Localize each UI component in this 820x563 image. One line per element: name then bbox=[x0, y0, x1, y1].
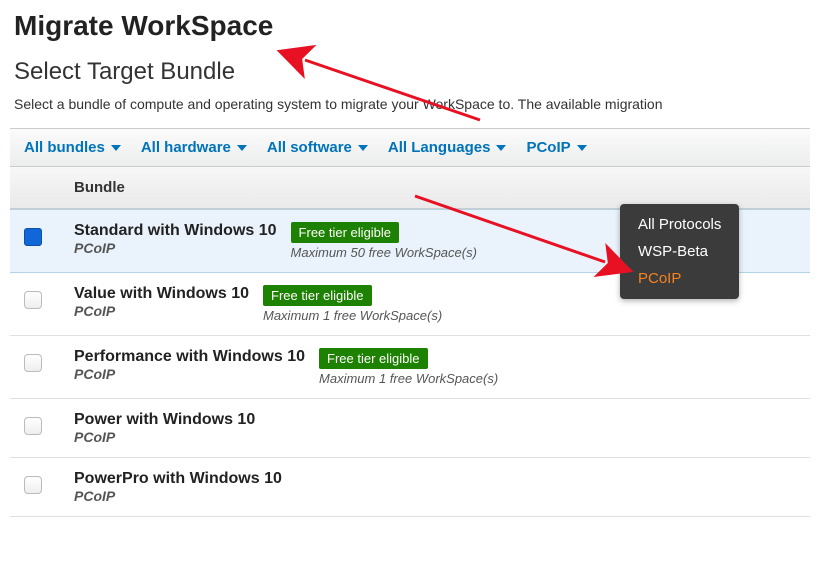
bundle-name: Performance with Windows 10 bbox=[74, 348, 305, 366]
bundle-main: Performance with Windows 10PCoIP Free tie… bbox=[74, 348, 498, 386]
row-checkbox[interactable] bbox=[24, 417, 42, 435]
bundle-protocol: PCoIP bbox=[74, 366, 305, 382]
bundle-name: Power with Windows 10 bbox=[74, 411, 255, 429]
bundle-name: Standard with Windows 10 bbox=[74, 222, 277, 240]
row-checkbox[interactable] bbox=[24, 291, 42, 309]
filter-bundles[interactable]: All bundles bbox=[24, 139, 121, 156]
bundle-protocol: PCoIP bbox=[74, 240, 277, 256]
page-title: Migrate WorkSpace bbox=[0, 0, 820, 48]
filter-software[interactable]: All software bbox=[267, 139, 368, 156]
bundle-main: Standard with Windows 10PCoIP Free tier e… bbox=[74, 222, 477, 260]
filter-software-label: All software bbox=[267, 139, 352, 156]
filter-languages[interactable]: All Languages bbox=[388, 139, 507, 156]
bundle-main: Value with Windows 10PCoIP Free tier elig… bbox=[74, 285, 442, 323]
row-checkbox[interactable] bbox=[24, 354, 42, 372]
bundle-name: PowerPro with Windows 10 bbox=[74, 470, 282, 488]
filter-languages-label: All Languages bbox=[388, 139, 491, 156]
protocol-option-wsp[interactable]: WSP-Beta bbox=[638, 243, 721, 260]
protocol-option-pcoip[interactable]: PCoIP bbox=[638, 270, 721, 287]
free-tier-badge: Free tier eligible bbox=[291, 222, 400, 243]
table-row[interactable]: PowerPro with Windows 10PCoIP bbox=[10, 458, 810, 517]
chevron-down-icon bbox=[111, 145, 121, 151]
filter-bundles-label: All bundles bbox=[24, 139, 105, 156]
chevron-down-icon bbox=[237, 145, 247, 151]
filter-protocol-label: PCoIP bbox=[526, 139, 570, 156]
filter-bar: All bundles All hardware All software Al… bbox=[10, 128, 810, 167]
chevron-down-icon bbox=[577, 145, 587, 151]
col-bundle-header: Bundle bbox=[74, 179, 125, 196]
table-row[interactable]: Performance with Windows 10PCoIP Free tie… bbox=[10, 336, 810, 399]
filter-hardware-label: All hardware bbox=[141, 139, 231, 156]
bundle-main: Power with Windows 10PCoIP bbox=[74, 411, 255, 445]
free-tier-note: Maximum 1 free WorkSpace(s) bbox=[319, 371, 498, 386]
protocol-dropdown: All Protocols WSP-Beta PCoIP bbox=[620, 204, 739, 299]
chevron-down-icon bbox=[358, 145, 368, 151]
bundle-protocol: PCoIP bbox=[74, 303, 249, 319]
free-tier-note: Maximum 50 free WorkSpace(s) bbox=[291, 245, 477, 260]
bundle-protocol: PCoIP bbox=[74, 429, 255, 445]
section-description: Select a bundle of compute and operating… bbox=[0, 92, 820, 128]
section-title: Select Target Bundle bbox=[0, 48, 820, 92]
free-tier-badge: Free tier eligible bbox=[263, 285, 372, 306]
protocol-option-all[interactable]: All Protocols bbox=[638, 216, 721, 233]
filter-hardware[interactable]: All hardware bbox=[141, 139, 247, 156]
bundle-protocol: PCoIP bbox=[74, 488, 282, 504]
bundle-main: PowerPro with Windows 10PCoIP bbox=[74, 470, 282, 504]
table-header: Bundle bbox=[10, 167, 810, 209]
filter-protocol[interactable]: PCoIP bbox=[526, 139, 586, 156]
free-tier-note: Maximum 1 free WorkSpace(s) bbox=[263, 308, 442, 323]
chevron-down-icon bbox=[496, 145, 506, 151]
table-row[interactable]: Power with Windows 10PCoIP bbox=[10, 399, 810, 458]
row-checkbox[interactable] bbox=[24, 476, 42, 494]
bundle-name: Value with Windows 10 bbox=[74, 285, 249, 303]
free-tier-badge: Free tier eligible bbox=[319, 348, 428, 369]
row-checkbox[interactable] bbox=[24, 228, 42, 246]
